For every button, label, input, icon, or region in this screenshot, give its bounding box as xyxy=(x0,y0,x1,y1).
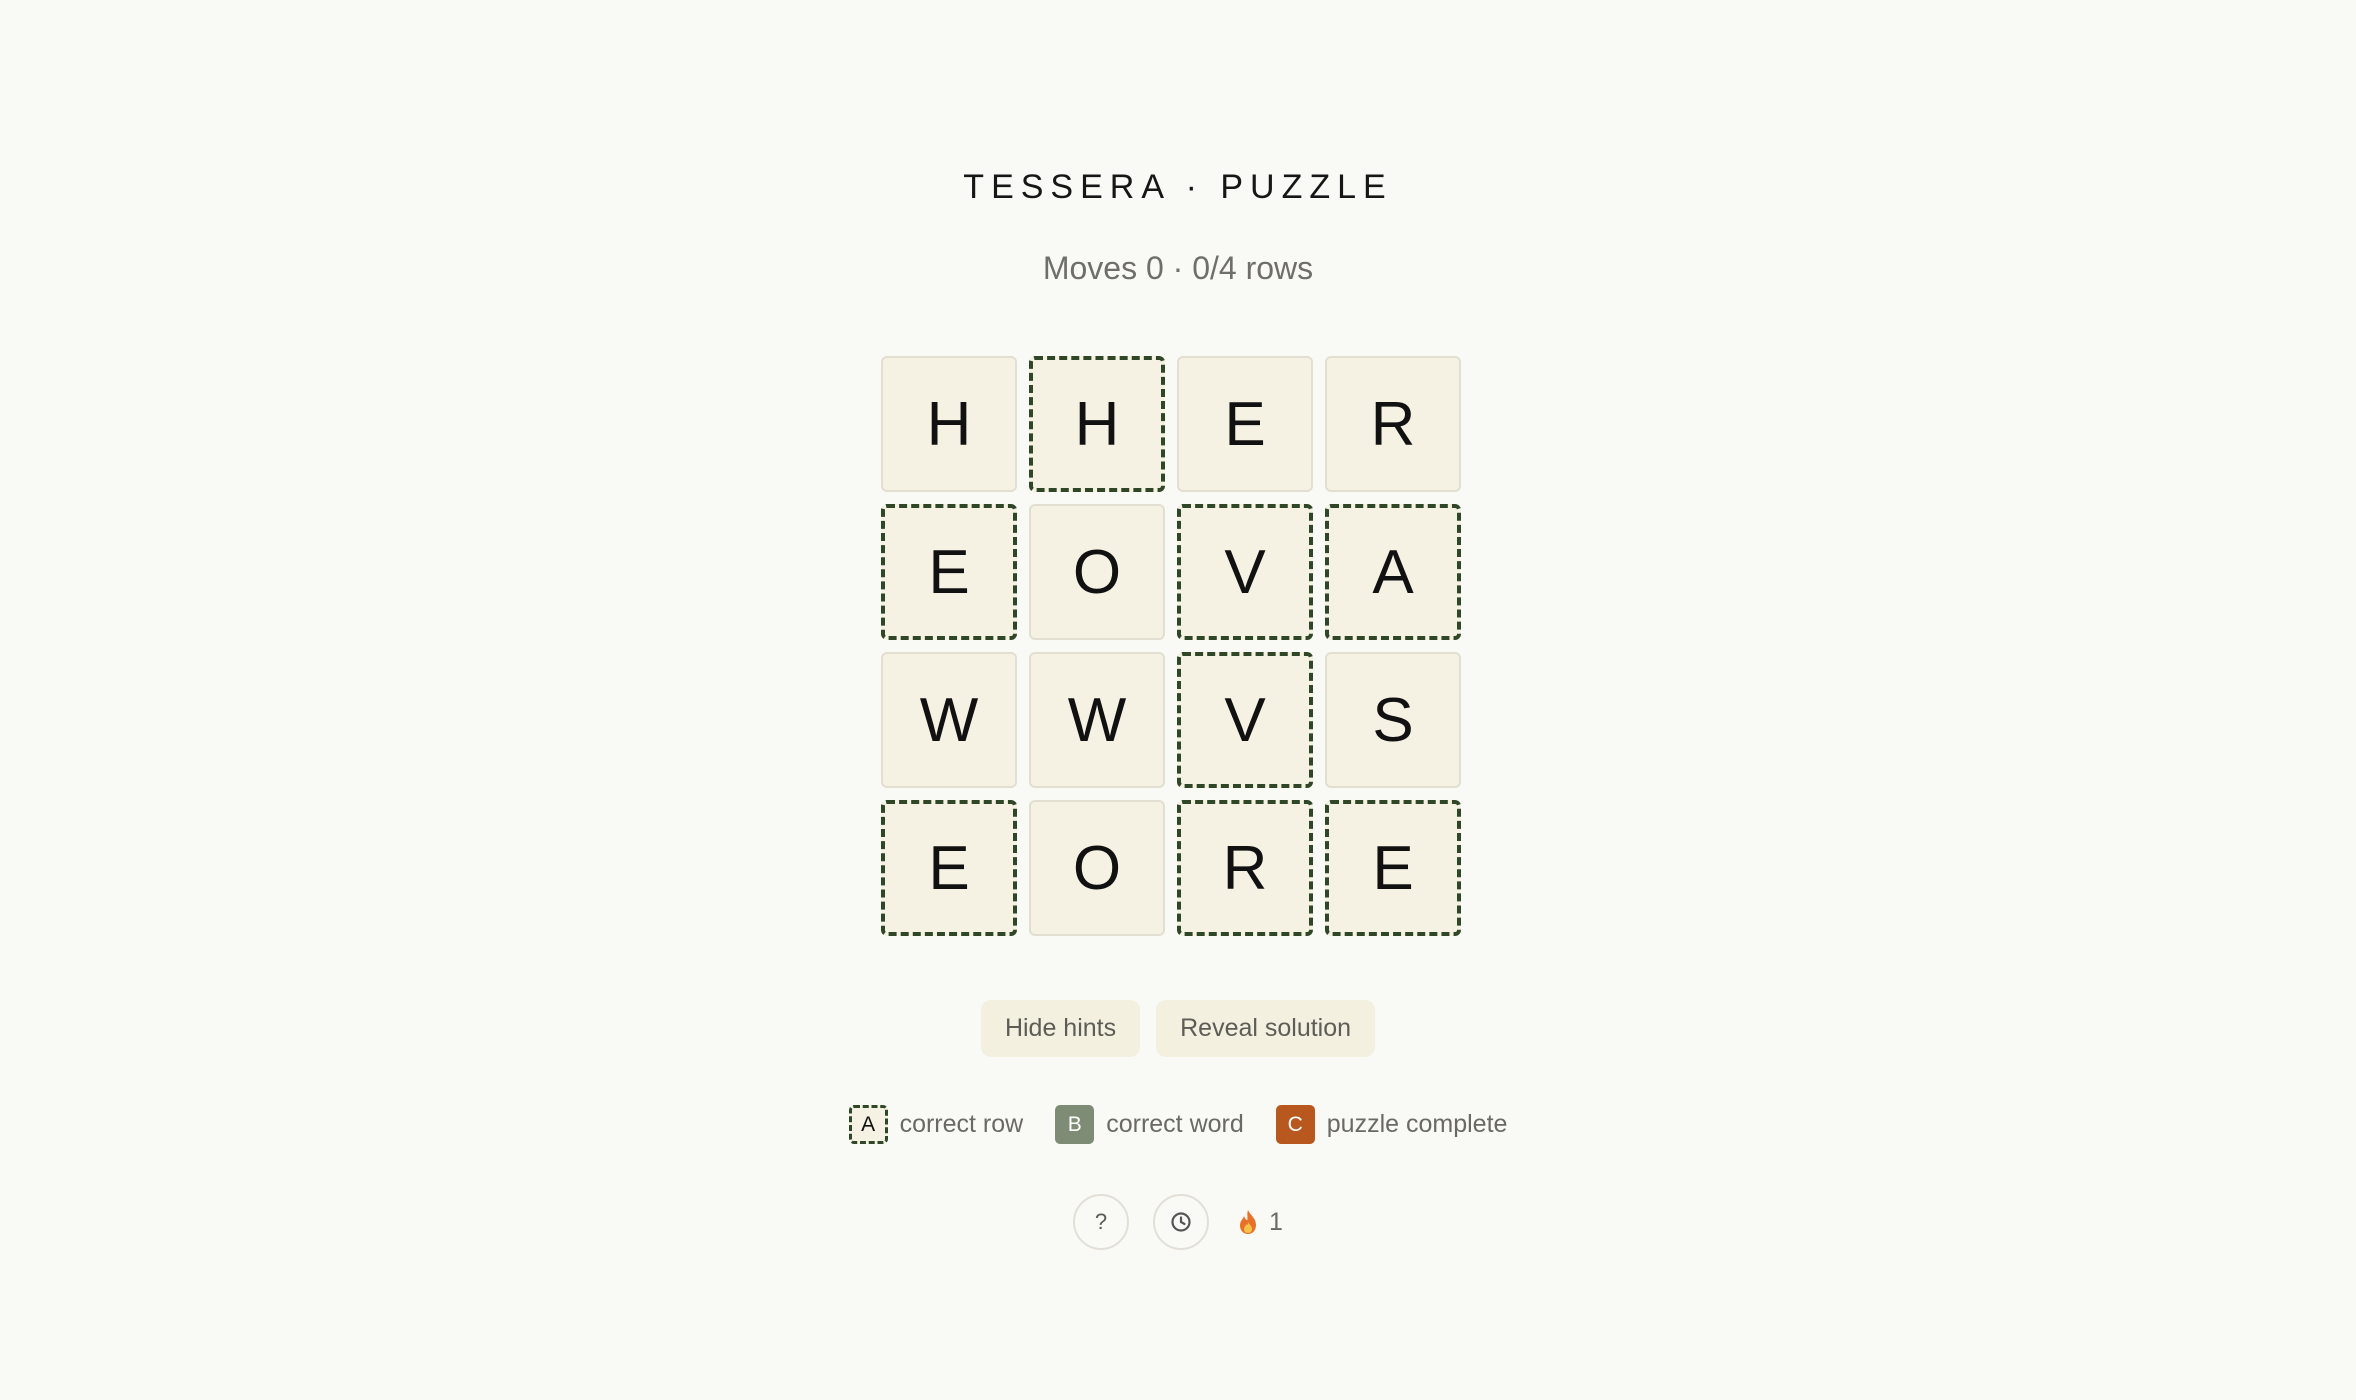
action-buttons: Hide hints Reveal solution xyxy=(0,1000,2356,1057)
move-status: Moves 0 · 0/4 rows xyxy=(1042,250,1314,286)
legend-correct-word: B correct word xyxy=(1055,1105,1244,1144)
tile[interactable]: E xyxy=(881,504,1017,640)
tile-grid: HHEREOVAWWVSEORE xyxy=(881,356,1463,938)
puzzle-complete-label: puzzle complete xyxy=(1326,1110,1508,1138)
tile[interactable]: H xyxy=(1029,356,1165,492)
page-title: TESSERA · PUZZLE xyxy=(963,168,1393,206)
tile[interactable]: V xyxy=(1177,504,1313,640)
tile[interactable]: W xyxy=(881,652,1017,788)
tile[interactable]: O xyxy=(1029,800,1165,936)
footer-controls: ? 1 xyxy=(0,1194,2356,1250)
help-button[interactable]: ? xyxy=(1073,1194,1130,1250)
tile[interactable]: A xyxy=(1325,504,1461,640)
streak-count: 1 xyxy=(1269,1207,1283,1236)
legend-puzzle-complete: C puzzle complete xyxy=(1275,1105,1508,1144)
tile[interactable]: E xyxy=(1325,800,1461,936)
correct-row-swatch: A xyxy=(848,1105,888,1144)
tile[interactable]: H xyxy=(881,356,1017,492)
correct-word-swatch: B xyxy=(1055,1105,1095,1144)
correct-word-label: correct word xyxy=(1106,1110,1244,1138)
clock-icon xyxy=(1171,1212,1191,1232)
tile[interactable]: E xyxy=(881,800,1017,936)
tile[interactable]: O xyxy=(1029,504,1165,640)
flame-icon xyxy=(1240,1210,1257,1234)
tile[interactable]: V xyxy=(1177,652,1313,788)
tile[interactable]: W xyxy=(1029,652,1165,788)
reveal-solution-button[interactable]: Reveal solution xyxy=(1156,1000,1376,1057)
tile[interactable]: R xyxy=(1325,356,1461,492)
history-button[interactable] xyxy=(1153,1194,1210,1250)
tile[interactable]: S xyxy=(1325,652,1461,788)
puzzle-complete-swatch: C xyxy=(1275,1105,1315,1144)
hide-hints-button[interactable]: Hide hints xyxy=(980,1000,1141,1057)
legend-correct-row: A correct row xyxy=(848,1105,1024,1144)
tile[interactable]: E xyxy=(1177,356,1313,492)
correct-row-label: correct row xyxy=(899,1110,1024,1138)
tile[interactable]: R xyxy=(1177,800,1313,936)
help-icon: ? xyxy=(1094,1209,1108,1234)
legend: A correct row B correct word C puzzle co… xyxy=(0,1105,2356,1144)
puzzle-page: TESSERA · PUZZLE Moves 0 · 0/4 rows HHER… xyxy=(0,0,2356,1400)
streak-counter: 1 xyxy=(1237,1208,1283,1237)
